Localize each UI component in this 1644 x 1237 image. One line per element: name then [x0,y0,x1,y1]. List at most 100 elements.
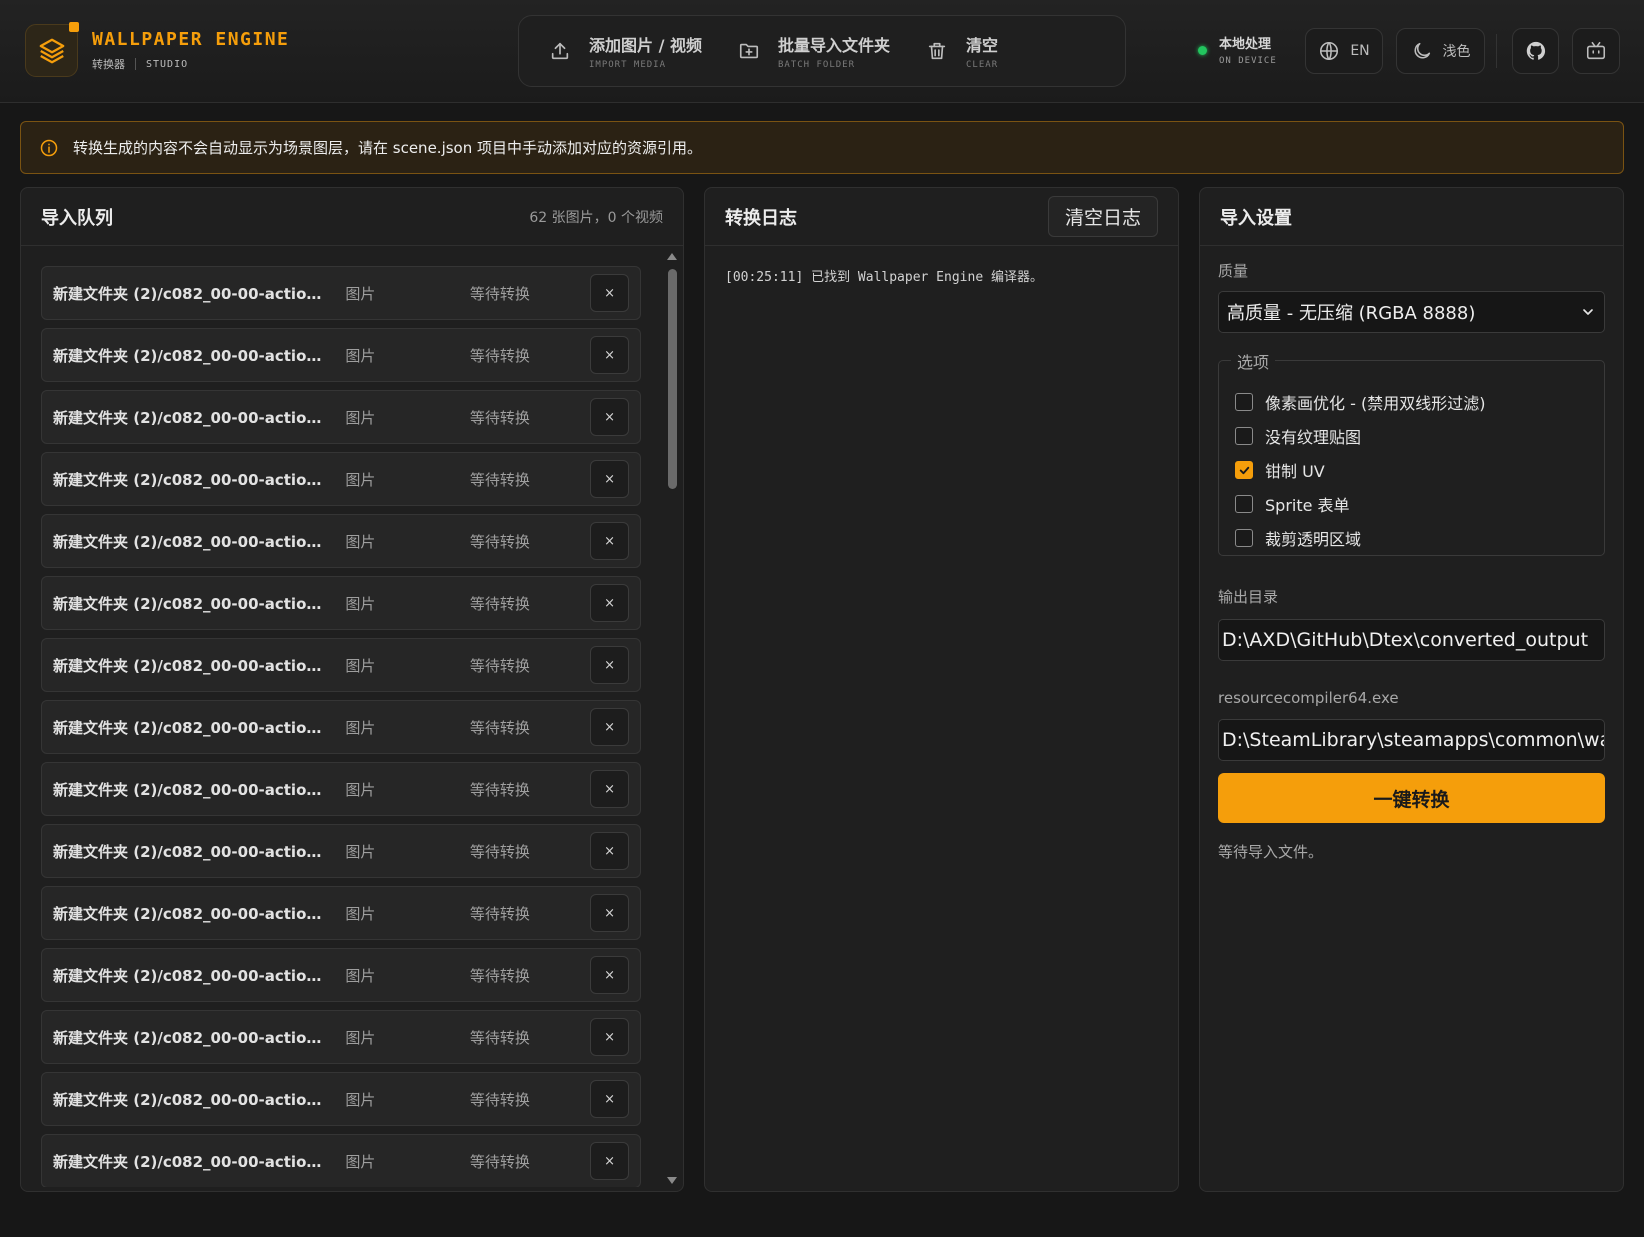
github-icon [1526,41,1545,60]
option-checkbox[interactable] [1235,427,1253,445]
clear-button[interactable]: 清空 CLEAR [926,32,998,70]
app-header: WALLPAPER ENGINE 转换器 STUDIO 添加图片 / 视频 IM… [0,0,1644,103]
option-label: 没有纹理贴图 [1265,428,1362,447]
batch-folder-button[interactable]: 批量导入文件夹 BATCH FOLDER [738,32,890,70]
queue-file-type: 图片 [345,1090,376,1109]
queue-row[interactable]: 新建文件夹 (2)/c082_00-00-action_12.png 图片 等待转换… [41,1010,641,1064]
log-title: 转换日志 [725,207,797,229]
log-line: [00:25:11] 已找到 Wallpaper Engine 编译器。 [725,270,1043,285]
language-label: EN [1350,43,1370,59]
scroll-up-arrow-icon[interactable] [667,253,677,260]
output-dir-input[interactable]: D:\AXD\GitHub\Dtex\converted_output [1218,619,1605,661]
queue-row[interactable]: 新建文件夹 (2)/c082_00-00-action_14.png 图片 等待转换… [41,1134,641,1187]
option-label: Sprite 表单 [1265,496,1350,515]
globe-icon [1320,41,1339,61]
batch-folder-sub: BATCH FOLDER [778,60,856,70]
queue-file-status: 等待转换 [469,284,530,303]
queue-file-name: 新建文件夹 (2)/c082_00-00-action_13.png [53,1090,329,1109]
status-dot-icon [1198,46,1207,55]
remove-item-button[interactable]: × [590,460,629,498]
queue-list[interactable]: 新建文件夹 (2)/c082_00-00-action_00.png图片等待转换… [41,266,641,1187]
language-button[interactable]: EN [1305,28,1383,74]
compiler-path-input[interactable]: D:\SteamLibrary\steamapps\common\wallpap… [1218,719,1605,761]
queue-file-status: 等待转换 [469,532,530,551]
convert-button[interactable]: 一键转换 [1218,773,1605,823]
queue-file-name: 新建文件夹 (2)/c082_00-00-action_00.png [53,284,329,303]
queue-row[interactable]: 新建文件夹 (2)/c082_00-00-action_05.png 图片 等待转换… [41,576,641,630]
clear-log-button[interactable]: 清空日志 [1047,196,1158,237]
batch-folder-label: 批量导入文件夹 [778,36,891,55]
queue-file-type: 图片 [345,656,376,675]
queue-file-status: 等待转换 [469,594,530,613]
scroll-thumb[interactable] [668,269,677,489]
remove-item-button[interactable]: × [590,708,629,746]
remove-item-button[interactable]: × [590,832,629,870]
quality-label: 质量 [1218,262,1249,280]
queue-file-status: 等待转换 [469,1152,530,1171]
conversion-log-panel: 转换日志 清空日志 [00:25:11] 已找到 Wallpaper Engin… [704,187,1179,1192]
options-group: 选项 像素画优化 - (禁用双线形过滤) 没有纹理贴图 钳制 UV Sprite 表单… [1218,349,1605,556]
queue-summary: 62 张图片，0 个视频 [529,209,663,226]
queue-file-name: 新建文件夹 (2)/c082_00-00-action_14.png [53,1152,329,1171]
queue-file-status: 等待转换 [469,408,530,427]
queue-row[interactable]: 新建文件夹 (2)/c082_00-00-action_08.png 图片 等待转换… [41,762,641,816]
queue-row[interactable]: 新建文件夹 (2)/c082_00-00-action_06.png 图片 等待转换… [41,638,641,692]
queue-file-type: 图片 [345,470,376,489]
queue-file-name: 新建文件夹 (2)/c082_00-00-action_05.png [53,594,329,613]
option-row[interactable]: 像素画优化 - (禁用双线形过滤) [1235,385,1588,419]
option-label: 像素画优化 - (禁用双线形过滤) [1265,394,1486,413]
queue-row[interactable]: 新建文件夹 (2)/c082_00-00-action_00.png 图片 等待转换… [41,266,641,320]
queue-file-name: 新建文件夹 (2)/c082_00-00-action_09.png [53,842,329,861]
queue-row[interactable]: 新建文件夹 (2)/c082_00-00-action_02.png 图片 等待转换… [41,390,641,444]
option-checkbox[interactable] [1235,495,1253,513]
queue-file-status: 等待转换 [469,1028,530,1047]
option-row[interactable]: 裁剪透明区域 [1235,521,1588,555]
bilibili-button[interactable] [1572,28,1620,74]
remove-item-button[interactable]: × [590,274,629,312]
quality-select[interactable]: 高质量 - 无压缩 (RGBA 8888) [1218,291,1605,333]
settings-title: 导入设置 [1220,207,1292,229]
queue-row[interactable]: 新建文件夹 (2)/c082_00-00-action_04.png 图片 等待转换… [41,514,641,568]
queue-title: 导入队列 [41,207,113,229]
queue-scrollbar[interactable] [664,245,680,1192]
queue-file-type: 图片 [345,408,376,427]
output-dir-label: 输出目录 [1218,588,1279,606]
remove-item-button[interactable]: × [590,336,629,374]
queue-row[interactable]: 新建文件夹 (2)/c082_00-00-action_01.png 图片 等待转换… [41,328,641,382]
remove-item-button[interactable]: × [590,398,629,436]
remove-item-button[interactable]: × [590,894,629,932]
remove-item-button[interactable]: × [590,1018,629,1056]
github-button[interactable] [1512,28,1559,74]
queue-file-type: 图片 [345,842,376,861]
remove-item-button[interactable]: × [590,956,629,994]
queue-file-status: 等待转换 [469,718,530,737]
remove-item-button[interactable]: × [590,522,629,560]
folder-plus-icon [739,43,759,59]
queue-row[interactable]: 新建文件夹 (2)/c082_00-00-action_13.png 图片 等待转换… [41,1072,641,1126]
queue-row[interactable]: 新建文件夹 (2)/c082_00-00-action_03.png 图片 等待转换… [41,452,641,506]
remove-item-button[interactable]: × [590,584,629,622]
convert-hint: 等待导入文件。 [1218,843,1324,861]
option-checkbox[interactable] [1235,529,1253,547]
remove-item-button[interactable]: × [590,770,629,808]
remove-item-button[interactable]: × [590,1080,629,1118]
theme-toggle-button[interactable]: 浅色 [1396,28,1485,74]
option-checkbox[interactable] [1235,393,1253,411]
queue-file-status: 等待转换 [469,966,530,985]
remove-item-button[interactable]: × [590,646,629,684]
queue-row[interactable]: 新建文件夹 (2)/c082_00-00-action_07.png 图片 等待转换… [41,700,641,754]
option-row[interactable]: Sprite 表单 [1235,487,1588,521]
import-media-button[interactable]: 添加图片 / 视频 IMPORT MEDIA [549,32,702,70]
processing-status: 本地处理 ON DEVICE [1198,33,1277,66]
queue-file-name: 新建文件夹 (2)/c082_00-00-action_02.png [53,408,329,427]
scroll-down-arrow-icon[interactable] [667,1177,677,1184]
queue-row[interactable]: 新建文件夹 (2)/c082_00-00-action_09.png 图片 等待转换… [41,824,641,878]
option-row[interactable]: 没有纹理贴图 [1235,419,1588,453]
option-row[interactable]: 钳制 UV [1235,453,1588,487]
queue-row[interactable]: 新建文件夹 (2)/c082_00-00-action_10.png 图片 等待转换… [41,886,641,940]
option-checkbox[interactable] [1235,461,1253,479]
remove-item-button[interactable]: × [590,1142,629,1180]
queue-row[interactable]: 新建文件夹 (2)/c082_00-00-action_11.png 图片 等待转换… [41,948,641,1002]
queue-file-status: 等待转换 [469,1090,530,1109]
header-divider [1496,34,1497,68]
